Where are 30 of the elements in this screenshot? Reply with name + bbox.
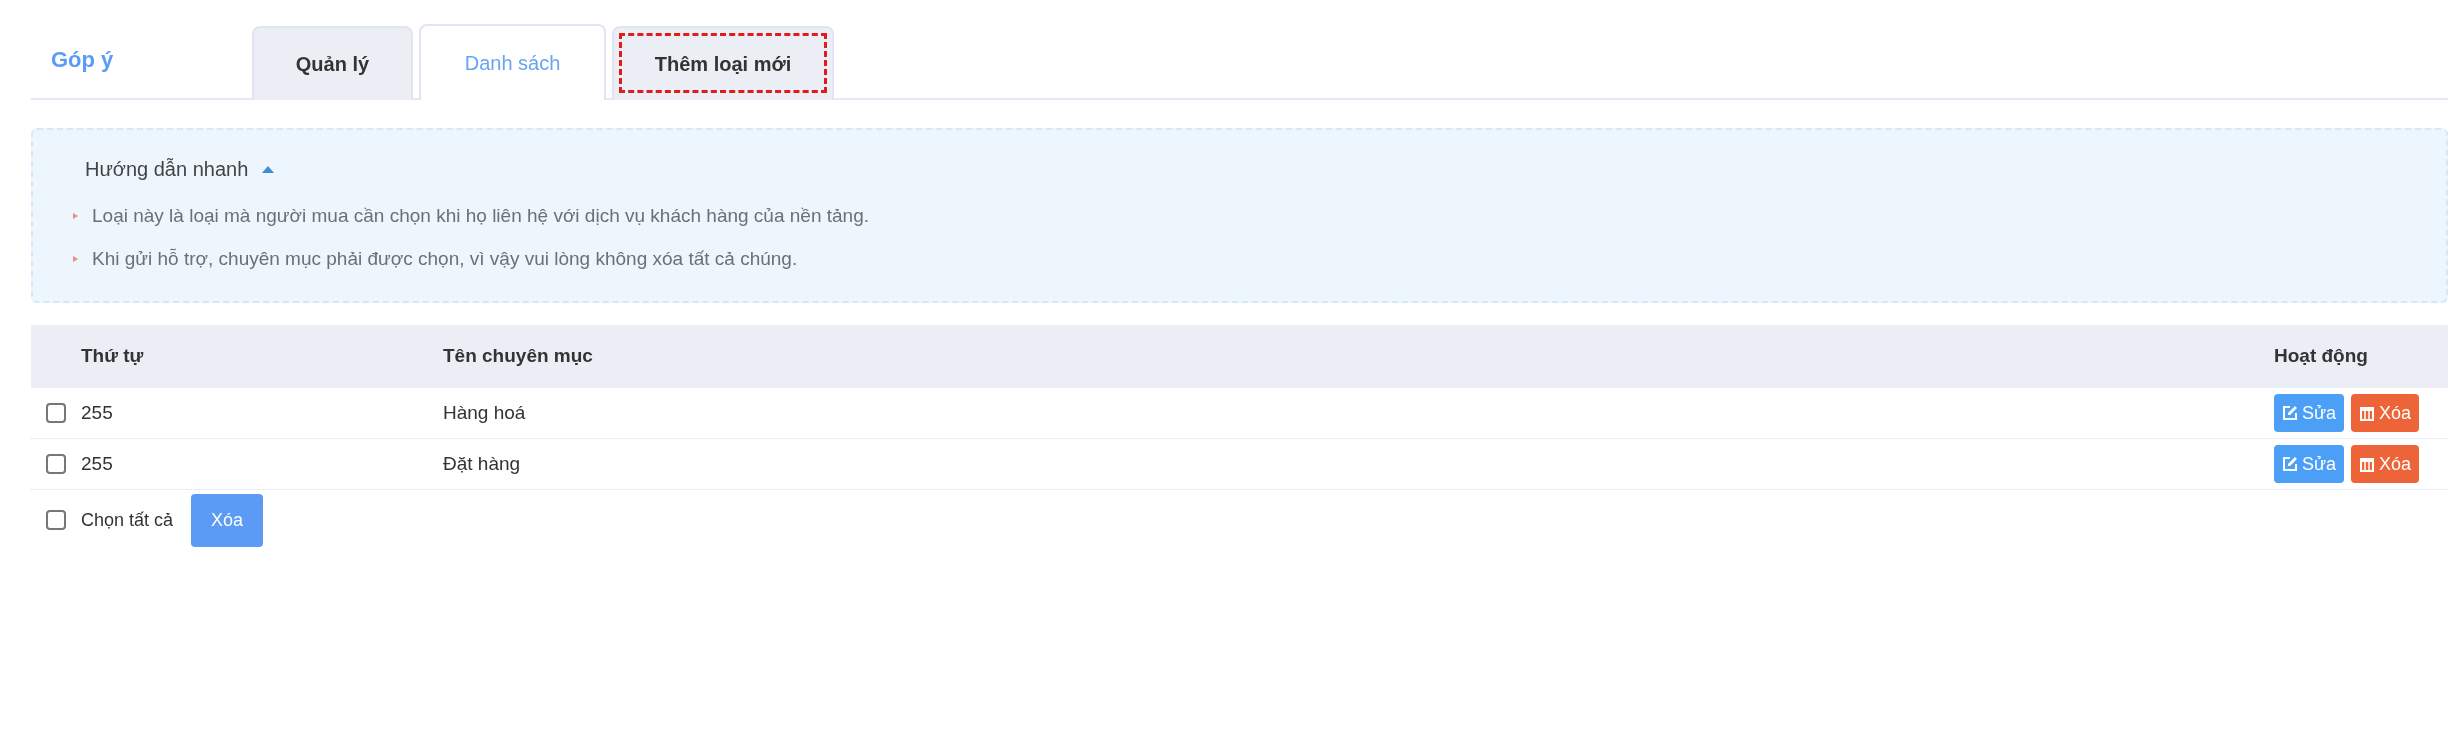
select-all-label[interactable]: Chọn tất cả: [81, 506, 174, 534]
table-cell: 255: [81, 401, 113, 423]
table-cell: Đặt hàng: [443, 452, 521, 474]
pencil-square-icon: [2282, 405, 2298, 421]
caret-up-icon[interactable]: [262, 165, 275, 173]
table-cell: Hàng hoá: [443, 401, 526, 423]
tab[interactable]: Thêm loại mới: [612, 26, 834, 100]
pencil-square-icon: [2282, 456, 2298, 472]
column-header: Hoạt động: [2274, 344, 2368, 369]
checkbox[interactable]: [46, 454, 66, 474]
checkbox[interactable]: [46, 510, 66, 530]
bullet-icon: [73, 255, 78, 262]
table-cell: 255: [81, 452, 113, 474]
guide-text: Loại này là loại mà người mua cần chọn khi họ liên hệ với dịch vụ khách hàng của nền tảng.: [92, 204, 869, 228]
delete-button[interactable]: Xóa: [2351, 394, 2420, 432]
edit-button[interactable]: Sửa: [2274, 445, 2345, 483]
delete-button[interactable]: Xóa: [2351, 445, 2420, 483]
trash-icon: [2359, 456, 2376, 472]
delete-selected-button[interactable]: Xóa: [191, 493, 264, 547]
tab[interactable]: Danh sách: [419, 24, 606, 100]
bullet-icon: [73, 213, 78, 220]
page-title: Góp ý: [50, 46, 115, 74]
column-header: Tên chuyên mục: [443, 345, 593, 367]
checkbox[interactable]: [46, 403, 66, 423]
guide-text: Khi gửi hỗ trợ, chuyên mục phải được chọn, vì vậy vui lòng không xóa tất cả chúng.: [92, 246, 798, 271]
tab[interactable]: Quản lý: [252, 26, 413, 100]
trash-icon: [2359, 405, 2376, 421]
column-header: Thứ tự: [81, 345, 144, 367]
guide-title[interactable]: Hướng dẫn nhanh: [85, 154, 249, 184]
edit-button[interactable]: Sửa: [2274, 394, 2345, 432]
